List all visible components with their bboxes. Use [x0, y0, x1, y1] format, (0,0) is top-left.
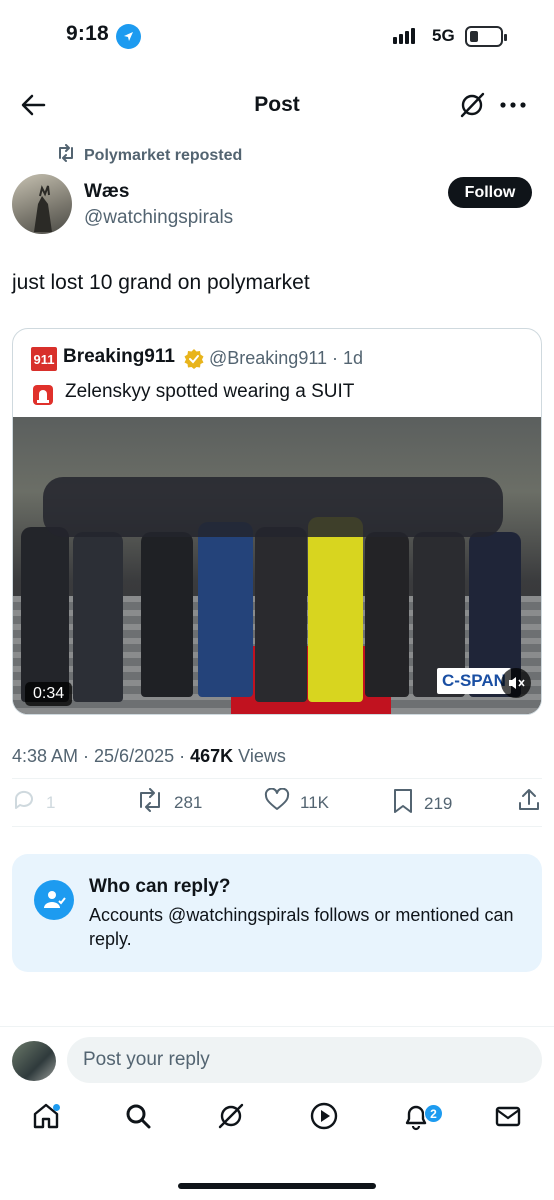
quoted-text: Zelenskyy spotted wearing a SUIT [65, 381, 355, 402]
author-avatar[interactable] [12, 174, 72, 234]
search-icon[interactable] [118, 1096, 158, 1136]
quoted-handle-time: @Breaking911 · 1d [209, 348, 364, 368]
network-label: 5G [432, 26, 455, 45]
mention-user-icon [34, 880, 74, 920]
post-metadata: 4:38 AM · 25/6/2025 · 467K Views [12, 746, 286, 767]
post-timestamp: 4:38 AM · 25/6/2025 · [12, 746, 191, 766]
mute-icon[interactable] [501, 668, 531, 698]
breaking911-logo: 911 [31, 347, 57, 371]
home-new-dot [53, 1104, 60, 1111]
notifications-badge: 2 [424, 1104, 443, 1123]
reply-count: 1 [46, 792, 56, 812]
video-thumbnail[interactable]: 0:34 C-SPAN [13, 417, 541, 714]
messages-icon[interactable] [488, 1096, 528, 1136]
battery-icon [465, 26, 507, 47]
bottom-tab-bar [0, 1096, 554, 1156]
quoted-post[interactable]: 911 Breaking911 @Breaking911 · 1d Zelens… [12, 328, 542, 715]
repost-action-icon [136, 788, 164, 817]
crowd-image [13, 457, 541, 702]
share-icon [517, 788, 541, 817]
post-actions: 1 281 11K 219 [12, 787, 542, 819]
repost-count: 281 [174, 792, 203, 812]
reply-avatar[interactable] [12, 1041, 56, 1081]
repost-indicator: Polymarket reposted [56, 144, 242, 167]
signal-icon [393, 28, 415, 44]
follow-button[interactable]: Follow [448, 177, 532, 208]
siren-icon [31, 383, 55, 407]
post-text: just lost 10 grand on polymarket [12, 271, 310, 294]
who-can-reply-title: Who can reply? [89, 876, 231, 897]
repost-label: Polymarket reposted [84, 146, 243, 164]
repost-icon [56, 144, 76, 167]
share-button[interactable] [517, 788, 541, 817]
who-can-reply-text: Accounts @watchingspirals follows or men… [89, 905, 514, 949]
divider [12, 778, 542, 779]
repost-button[interactable]: 281 [136, 788, 202, 817]
grok-icon[interactable] [458, 91, 486, 119]
home-icon[interactable] [26, 1096, 66, 1136]
bookmark-icon [392, 788, 414, 819]
more-options-icon[interactable] [498, 93, 528, 117]
reply-icon [12, 788, 36, 817]
bookmark-count: 219 [424, 793, 453, 813]
video-tab-icon[interactable] [304, 1096, 344, 1136]
video-duration: 0:34 [25, 682, 73, 706]
bookmark-button[interactable]: 219 [392, 788, 452, 819]
status-time: 9:18 [66, 22, 109, 45]
divider [0, 1026, 554, 1027]
views-label: Views [233, 746, 286, 766]
location-icon [116, 24, 141, 49]
heart-icon [264, 787, 290, 817]
home-indicator [178, 1183, 376, 1189]
reply-input[interactable]: Post your reply [67, 1037, 542, 1083]
verified-badge-icon [183, 348, 205, 370]
reply-button[interactable]: 1 [12, 788, 55, 817]
views-count: 467K [190, 746, 234, 766]
author-name[interactable]: Wæs [84, 181, 129, 203]
like-button[interactable]: 11K [264, 787, 329, 817]
who-can-reply-card: Who can reply? Accounts @watchingspirals… [12, 854, 542, 972]
like-count: 11K [300, 792, 329, 812]
divider [12, 826, 542, 827]
cspan-watermark: C-SPAN [437, 668, 511, 694]
quoted-author-name: Breaking911 [63, 346, 175, 367]
author-handle[interactable]: @watchingspirals [84, 207, 233, 229]
grok-tab-icon[interactable] [211, 1096, 251, 1136]
